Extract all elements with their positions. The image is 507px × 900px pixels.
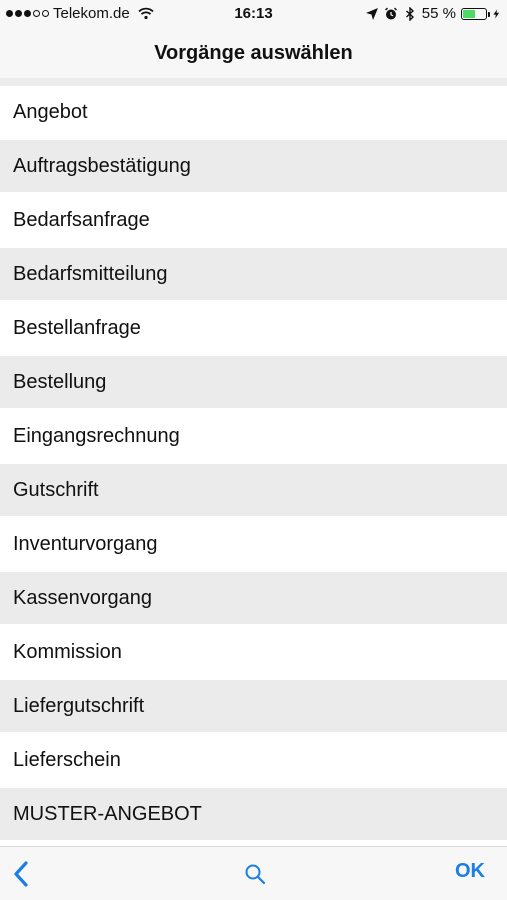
list-item-label: Liefergutschrift <box>13 694 145 717</box>
list-item-label: Kommission <box>13 640 122 663</box>
list-item-label: Bedarfsanfrage <box>13 208 150 231</box>
status-right: 55 % <box>365 5 501 22</box>
status-bar: Telekom.de 16:13 55 % <box>0 0 507 28</box>
list-item-label: Bestellanfrage <box>13 316 141 339</box>
list-item[interactable]: Kommission <box>0 626 507 678</box>
list-item[interactable]: Gutschrift <box>0 464 507 516</box>
list-item-label: Angebot <box>13 100 88 123</box>
transaction-type-list: Angebot Auftragsbestätigung Bedarfsanfrage… <box>0 86 507 846</box>
search-icon[interactable] <box>243 862 267 886</box>
list-item[interactable]: MUSTER-ANGEBOT <box>0 788 507 840</box>
list-item-label: Eingangsrechnung <box>13 424 180 447</box>
list-item-label: Auftragsbestätigung <box>13 154 191 177</box>
bottom-toolbar: OK <box>0 846 507 900</box>
battery-icon <box>461 7 490 20</box>
list-item-label: Bestellung <box>13 370 107 393</box>
list-item-label: MUSTER-ANGEBOT <box>13 802 202 825</box>
divider <box>0 78 507 86</box>
location-arrow-icon <box>365 7 378 20</box>
list-item-label: Lieferschein <box>13 748 121 771</box>
list-item[interactable]: Eingangsrechnung <box>0 410 507 462</box>
alarm-clock-icon <box>384 7 397 19</box>
charging-bolt-icon <box>493 9 500 18</box>
list-item[interactable]: Auftragsbestätigung <box>0 140 507 192</box>
chevron-left-icon[interactable] <box>8 859 36 889</box>
list-item-label: Inventurvorgang <box>13 532 158 555</box>
list-item[interactable]: Bedarfsmitteilung <box>0 248 507 300</box>
list-item-label: Bedarfsmitteilung <box>13 262 168 285</box>
battery-percent: 55 % <box>421 5 456 22</box>
page-title: Vorgänge auswählen <box>154 41 353 64</box>
list-item-label: Kassenvorgang <box>13 586 152 609</box>
ok-button[interactable]: OK <box>455 860 485 883</box>
list-item[interactable]: Angebot <box>0 86 507 138</box>
list-item-label: Gutschrift <box>13 478 99 501</box>
list-item[interactable]: Inventurvorgang <box>0 518 507 570</box>
list-item[interactable]: Liefergutschrift <box>0 680 507 732</box>
list-item[interactable]: Kassenvorgang <box>0 572 507 624</box>
list-item[interactable]: Bestellanfrage <box>0 302 507 354</box>
battery-level <box>463 9 476 18</box>
list-item[interactable]: Lieferschein <box>0 734 507 786</box>
bluetooth-icon <box>405 6 414 21</box>
list-item[interactable]: Bestellung <box>0 356 507 408</box>
list-item[interactable]: Bedarfsanfrage <box>0 194 507 246</box>
navigation-bar: Vorgänge auswählen <box>0 28 507 78</box>
